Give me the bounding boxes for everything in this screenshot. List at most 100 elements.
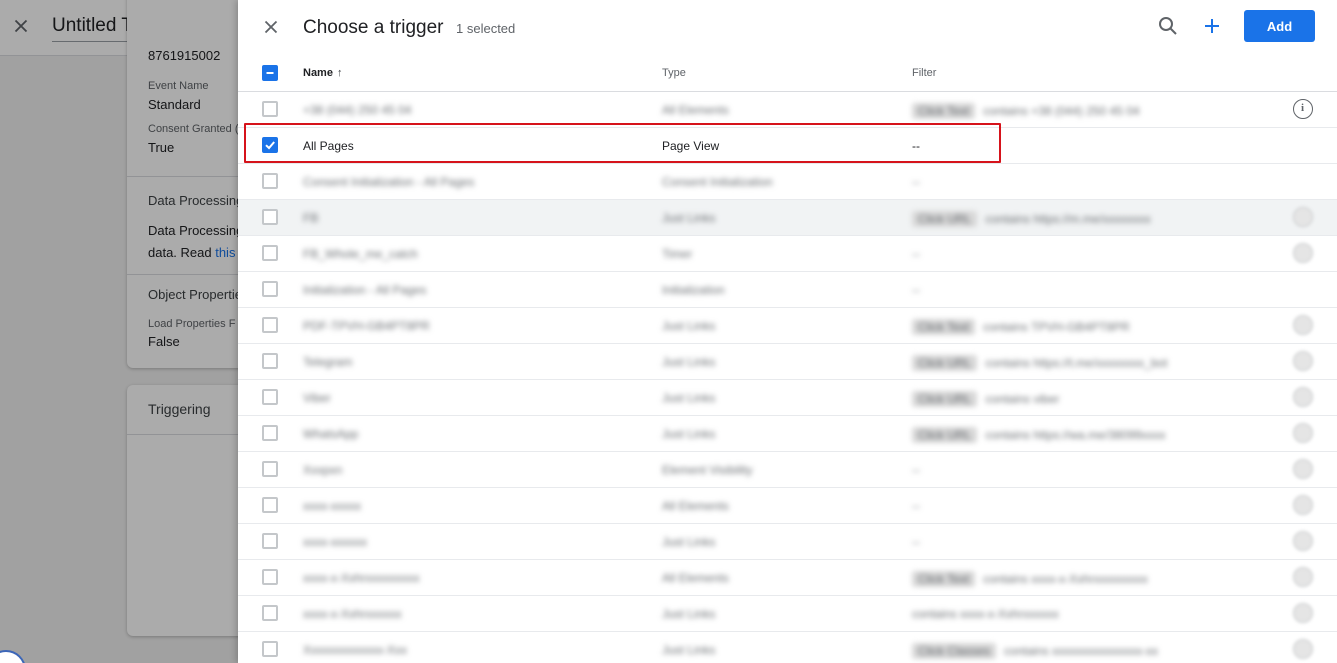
info-glyph: i bbox=[1300, 102, 1305, 114]
trigger-name[interactable]: xxxx-xxxxx bbox=[303, 499, 361, 513]
row-checkbox[interactable] bbox=[262, 497, 278, 513]
filter-variable-chip: Click Text bbox=[912, 103, 976, 119]
row-checkbox[interactable] bbox=[262, 533, 278, 549]
info-icon[interactable] bbox=[1293, 495, 1313, 515]
info-icon[interactable] bbox=[1293, 603, 1313, 623]
info-icon[interactable] bbox=[1293, 387, 1313, 407]
table-row[interactable]: FB Just Links Click URL contains https://m.… bbox=[238, 200, 1337, 236]
row-checkbox[interactable] bbox=[262, 173, 278, 189]
table-row[interactable]: Viber Just Links Click URL contains viber bbox=[238, 380, 1337, 416]
trigger-name[interactable]: xxxx-xxxxxx bbox=[303, 535, 367, 549]
info-icon[interactable] bbox=[1293, 459, 1313, 479]
table-row[interactable]: All Pages Page View -- bbox=[238, 128, 1337, 164]
trigger-type: Just Links bbox=[662, 211, 716, 225]
trigger-name[interactable]: WhatsApp bbox=[303, 427, 358, 441]
filter-condition: contains xxxx-x-Xxhrxxxxxxxxx bbox=[983, 572, 1148, 586]
filter-condition: -- bbox=[912, 499, 920, 513]
info-icon[interactable] bbox=[1293, 351, 1313, 371]
trigger-name[interactable]: Telegram bbox=[303, 355, 352, 369]
info-icon[interactable] bbox=[1293, 315, 1313, 335]
trigger-filter: -- bbox=[912, 535, 920, 549]
trigger-name[interactable]: Xxxpxn bbox=[303, 463, 342, 477]
close-icon[interactable] bbox=[260, 16, 282, 38]
filter-condition: -- bbox=[912, 283, 920, 297]
info-icon[interactable] bbox=[1293, 639, 1313, 659]
table-row[interactable]: Xxxpxn Element Visibility -- bbox=[238, 452, 1337, 488]
trigger-name[interactable]: Consent Initialization - All Pages bbox=[303, 175, 474, 189]
trigger-type: Just Links bbox=[662, 607, 716, 621]
info-icon[interactable]: i bbox=[1293, 99, 1313, 119]
trigger-filter: -- bbox=[912, 175, 920, 189]
checkmark-icon bbox=[265, 141, 275, 150]
info-icon[interactable] bbox=[1293, 531, 1313, 551]
trigger-name[interactable]: xxxx-x-Xxhrxxxxxxxxx bbox=[303, 571, 420, 585]
trigger-name[interactable]: Viber bbox=[303, 391, 331, 405]
trigger-type: Element Visibility bbox=[662, 463, 753, 477]
row-checkbox[interactable] bbox=[262, 209, 278, 225]
filter-variable-chip: Click URL bbox=[912, 355, 978, 371]
row-checkbox[interactable] bbox=[262, 137, 278, 153]
table-row[interactable]: Xxxxxxxxxxxxx-Xxx Just Links Click Classes… bbox=[238, 632, 1337, 663]
row-checkbox[interactable] bbox=[262, 245, 278, 261]
search-icon[interactable] bbox=[1156, 14, 1180, 38]
filter-condition: contains xxxx-x-Xxhrxxxxxx bbox=[912, 607, 1059, 621]
table-row[interactable]: Initialization - All Pages Initialization… bbox=[238, 272, 1337, 308]
table-row[interactable]: Consent Initialization - All Pages Consen… bbox=[238, 164, 1337, 200]
column-header-name[interactable]: Name ↑ bbox=[303, 67, 342, 79]
row-checkbox[interactable] bbox=[262, 569, 278, 585]
trigger-type: Just Links bbox=[662, 355, 716, 369]
row-checkbox[interactable] bbox=[262, 317, 278, 333]
plus-icon[interactable] bbox=[1200, 14, 1224, 38]
scrollbar[interactable] bbox=[1331, 92, 1337, 663]
filter-variable-chip: Click URL bbox=[912, 211, 978, 227]
trigger-filter: Click Text contains +38 (044) 250 45 04 bbox=[912, 103, 1140, 119]
trigger-name[interactable]: xxxx-x-Xxhrxxxxxx bbox=[303, 607, 402, 621]
trigger-name[interactable]: +38 (044) 250 45 04 bbox=[303, 103, 411, 117]
table-row[interactable]: xxxx-xxxxx All Elements -- bbox=[238, 488, 1337, 524]
filter-variable-chip: Click Classes bbox=[912, 643, 997, 659]
filter-condition: contains +38 (044) 250 45 04 bbox=[983, 104, 1140, 118]
add-button[interactable]: Add bbox=[1244, 10, 1315, 42]
trigger-filter: -- bbox=[912, 499, 920, 513]
table-row[interactable]: xxxx-xxxxxx Just Links -- bbox=[238, 524, 1337, 560]
row-checkbox[interactable] bbox=[262, 605, 278, 621]
row-checkbox[interactable] bbox=[262, 353, 278, 369]
table-row[interactable]: FB_Whole_me_catch Timer -- bbox=[238, 236, 1337, 272]
trigger-name[interactable]: FB_Whole_me_catch bbox=[303, 247, 418, 261]
trigger-name[interactable]: Initialization - All Pages bbox=[303, 283, 426, 297]
trigger-name[interactable]: Xxxxxxxxxxxxx-Xxx bbox=[303, 643, 407, 657]
trigger-type: All Elements bbox=[662, 499, 729, 513]
table-row[interactable]: xxxx-x-Xxhrxxxxxx Just Links contains xxxx… bbox=[238, 596, 1337, 632]
table-row[interactable]: PDF-TPVH-GB4PT8PR Just Links Click Text con… bbox=[238, 308, 1337, 344]
info-icon[interactable] bbox=[1293, 207, 1313, 227]
filter-condition: contains TPVH-GB4PT8PR bbox=[983, 320, 1130, 334]
select-all-checkbox[interactable] bbox=[262, 65, 278, 81]
row-checkbox[interactable] bbox=[262, 281, 278, 297]
trigger-name[interactable]: FB bbox=[303, 211, 318, 225]
column-header-filter[interactable]: Filter bbox=[912, 67, 936, 79]
table-row[interactable]: +38 (044) 250 45 04 All Elements Click Tex… bbox=[238, 92, 1337, 128]
table-row[interactable]: WhatsApp Just Links Click URL contains http… bbox=[238, 416, 1337, 452]
row-checkbox[interactable] bbox=[262, 389, 278, 405]
trigger-type: All Elements bbox=[662, 571, 729, 585]
filter-condition: -- bbox=[912, 175, 920, 189]
row-checkbox[interactable] bbox=[262, 101, 278, 117]
trigger-type: Just Links bbox=[662, 319, 716, 333]
filter-variable-chip: Click URL bbox=[912, 391, 978, 407]
column-header-type[interactable]: Type bbox=[662, 67, 686, 79]
table-row[interactable]: Telegram Just Links Click URL contains http… bbox=[238, 344, 1337, 380]
trigger-filter: -- bbox=[912, 247, 920, 261]
table-row[interactable]: xxxx-x-Xxhrxxxxxxxxx All Elements Click Te… bbox=[238, 560, 1337, 596]
info-icon[interactable] bbox=[1293, 567, 1313, 587]
info-icon[interactable] bbox=[1293, 423, 1313, 443]
trigger-name[interactable]: PDF-TPVH-GB4PT8PR bbox=[303, 319, 430, 333]
info-icon[interactable] bbox=[1293, 243, 1313, 263]
filter-variable-chip: Click Text bbox=[912, 571, 976, 587]
row-checkbox[interactable] bbox=[262, 461, 278, 477]
trigger-filter: Click Classes contains xxxxxxxxxxxxxxx-xx bbox=[912, 643, 1158, 659]
trigger-filter: Click URL contains https://t.me/xxxxxxxx_… bbox=[912, 355, 1167, 371]
trigger-type: Just Links bbox=[662, 427, 716, 441]
trigger-name[interactable]: All Pages bbox=[303, 139, 354, 153]
row-checkbox[interactable] bbox=[262, 425, 278, 441]
row-checkbox[interactable] bbox=[262, 641, 278, 657]
